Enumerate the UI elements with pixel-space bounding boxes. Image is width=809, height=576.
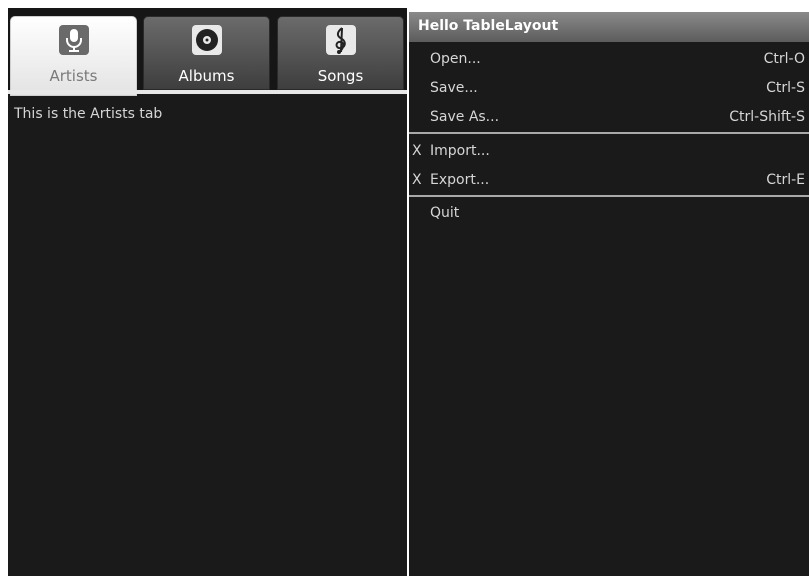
row-shortcut: Ctrl-O — [763, 51, 805, 67]
divider-line — [409, 195, 809, 197]
tab-indicator-bar — [8, 90, 407, 94]
table-layout-screen: Hello TableLayout Open... Ctrl-O Save...… — [409, 12, 809, 576]
tab-bar: Artists Albums Songs — [8, 8, 407, 96]
menu-row-save[interactable]: Save... Ctrl-S — [409, 75, 809, 103]
tab-songs-label: Songs — [317, 67, 364, 85]
tab-albums-label: Albums — [178, 67, 235, 85]
menu-row-import[interactable]: X Import... — [409, 138, 809, 166]
row-label: Save... — [430, 80, 478, 96]
window-title: Hello TableLayout — [418, 18, 559, 34]
row-marker: X — [412, 172, 422, 188]
tab-songs[interactable]: Songs — [277, 16, 404, 90]
row-shortcut: Ctrl-S — [766, 80, 805, 96]
row-label: Import... — [430, 143, 490, 159]
treble-clef-icon — [325, 25, 356, 55]
row-label: Open... — [430, 51, 481, 67]
row-label: Save As... — [430, 109, 500, 125]
tab-content-text: This is the Artists tab — [14, 106, 163, 122]
row-shortcut: Ctrl-E — [766, 172, 805, 188]
menu-row-save-as[interactable]: Save As... Ctrl-Shift-S — [409, 104, 809, 132]
tab-artists[interactable]: Artists — [10, 16, 137, 96]
disc-icon — [191, 25, 222, 55]
title-bar: Hello TableLayout — [409, 12, 809, 42]
divider-line — [409, 132, 809, 134]
microphone-icon — [58, 25, 89, 55]
row-label: Quit — [430, 205, 460, 221]
tabs-screen: Artists Albums Songs This is the Artists… — [8, 8, 407, 576]
menu-row-export[interactable]: X Export... Ctrl-E — [409, 167, 809, 195]
row-marker: X — [412, 143, 422, 159]
tab-artists-label: Artists — [49, 67, 98, 85]
row-label: Export... — [430, 172, 490, 188]
menu-row-open[interactable]: Open... Ctrl-O — [409, 46, 809, 74]
row-shortcut: Ctrl-Shift-S — [729, 109, 805, 125]
menu-row-quit[interactable]: Quit — [409, 200, 809, 228]
tab-albums[interactable]: Albums — [143, 16, 270, 90]
